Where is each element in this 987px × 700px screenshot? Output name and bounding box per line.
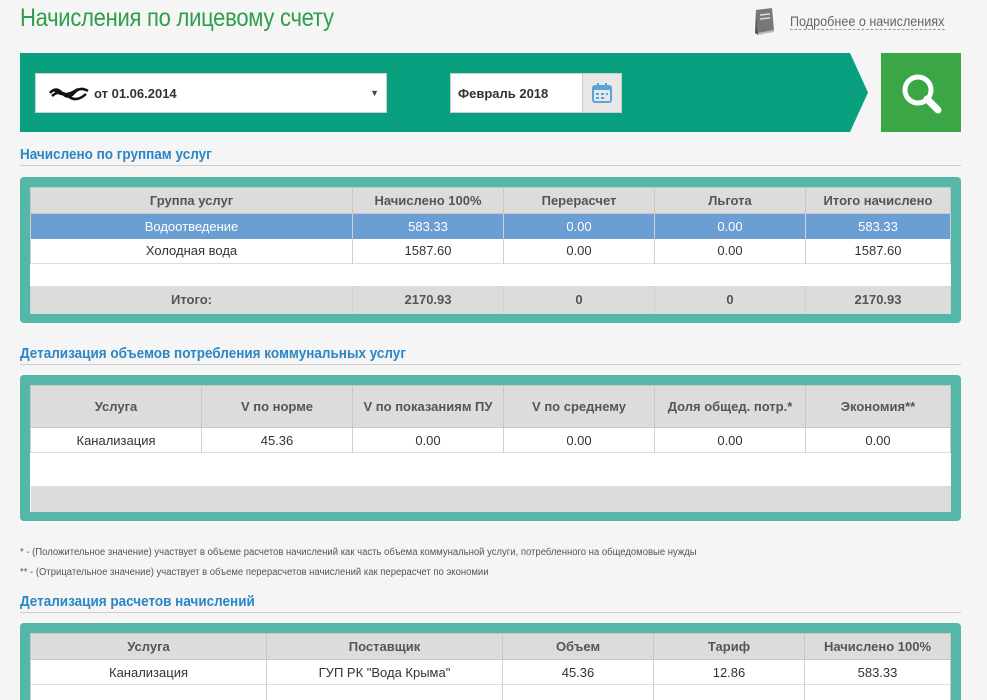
table-cell: 0.00 bbox=[805, 427, 951, 453]
table-cell: 0.00 bbox=[654, 238, 806, 264]
volumes-header-cell: Доля общед. потр.* bbox=[654, 385, 806, 428]
calc-panel: Услуга Поставщик Объем Тариф Начислено 1… bbox=[20, 623, 961, 700]
table-cell: 0.00 bbox=[503, 238, 655, 264]
volumes-panel: Услуга V по норме V по показаниям ПУ V п… bbox=[20, 375, 961, 521]
calc-header-cell: Начислено 100% bbox=[804, 633, 951, 660]
groups-header-cell: Группа услуг bbox=[30, 187, 353, 214]
table-row[interactable]: Канализация 45.36 0.00 0.00 0.00 0.00 bbox=[30, 427, 951, 453]
table-cell: 45.36 bbox=[201, 427, 353, 453]
table-cell: Холодная вода bbox=[30, 238, 353, 264]
volumes-header-cell: V по норме bbox=[201, 385, 353, 428]
table-cell: 1587.60 bbox=[805, 238, 951, 264]
calc-table: Услуга Поставщик Объем Тариф Начислено 1… bbox=[30, 633, 951, 700]
calendar-button[interactable] bbox=[582, 73, 622, 113]
total-cell: Итого: bbox=[30, 285, 353, 314]
groups-table: Группа услуг Начислено 100% Перерасчет Л… bbox=[30, 187, 951, 314]
total-cell: 0 bbox=[503, 285, 655, 314]
table-footer-row bbox=[30, 485, 951, 512]
volumes-header-cell: Экономия** bbox=[805, 385, 951, 428]
groups-panel: Группа услуг Начислено 100% Перерасчет Л… bbox=[20, 177, 961, 323]
more-link-label[interactable]: Подробнее о начислениях bbox=[790, 13, 945, 30]
volumes-header-cell: V по показаниям ПУ bbox=[352, 385, 504, 428]
volumes-header-cell: Услуга bbox=[30, 385, 202, 428]
footnote-positive: * - (Положительное значение) участвует в… bbox=[20, 547, 697, 558]
volumes-section-title: Детализация объемов потребления коммунал… bbox=[20, 345, 961, 365]
calendar-icon bbox=[592, 83, 612, 103]
chevron-down-icon[interactable]: ▼ bbox=[370, 88, 379, 98]
redacted-scribble bbox=[49, 87, 89, 101]
groups-header-cell: Перерасчет bbox=[503, 187, 655, 214]
table-cell: Канализация bbox=[30, 427, 202, 453]
volumes-header-cell: V по среднему bbox=[503, 385, 655, 428]
table-row-empty bbox=[30, 684, 951, 700]
table-cell: Канализация bbox=[30, 659, 267, 685]
table-cell: Водоотведение bbox=[30, 213, 353, 239]
table-cell: 1587.60 bbox=[352, 238, 504, 264]
table-cell: 12.86 bbox=[653, 659, 805, 685]
groups-header-cell: Льгота bbox=[654, 187, 806, 214]
table-cell: 45.36 bbox=[502, 659, 654, 685]
total-cell: 2170.93 bbox=[352, 285, 504, 314]
account-select[interactable]: от 01.06.2014 ▼ bbox=[35, 73, 387, 113]
table-cell: 0.00 bbox=[503, 427, 655, 453]
table-row-empty bbox=[30, 452, 951, 486]
table-row[interactable]: Холодная вода 1587.60 0.00 0.00 1587.60 bbox=[30, 238, 951, 264]
groups-section-title: Начислено по группам услуг bbox=[20, 146, 961, 166]
page-title: Начисления по лицевому счету bbox=[20, 4, 334, 32]
table-cell: 0.00 bbox=[654, 213, 806, 239]
period-input[interactable]: Февраль 2018 bbox=[450, 73, 582, 113]
charges-details-link[interactable]: Подробнее о начислениях bbox=[750, 6, 962, 36]
filter-bar: от 01.06.2014 ▼ Февраль 2018 bbox=[20, 53, 870, 132]
table-cell: 583.33 bbox=[352, 213, 504, 239]
table-cell: 0.00 bbox=[352, 427, 504, 453]
table-row-empty bbox=[30, 263, 951, 286]
total-cell: 2170.93 bbox=[805, 285, 951, 314]
groups-header-cell: Итого начислено bbox=[805, 187, 951, 214]
calc-header-cell: Объем bbox=[502, 633, 654, 660]
account-select-value: от 01.06.2014 bbox=[94, 85, 177, 101]
search-button[interactable] bbox=[881, 53, 961, 132]
calc-section-title: Детализация расчетов начислений bbox=[20, 593, 961, 613]
groups-header-cell: Начислено 100% bbox=[352, 187, 504, 214]
total-cell: 0 bbox=[654, 285, 806, 314]
calc-header-cell: Услуга bbox=[30, 633, 267, 660]
table-row[interactable]: Водоотведение 583.33 0.00 0.00 583.33 bbox=[30, 213, 951, 239]
table-cell: ГУП РК "Вода Крыма" bbox=[266, 659, 503, 685]
search-icon bbox=[902, 74, 942, 113]
calc-header-cell: Тариф bbox=[653, 633, 805, 660]
table-cell: 583.33 bbox=[805, 213, 951, 239]
total-row: Итого: 2170.93 0 0 2170.93 bbox=[30, 285, 951, 314]
volumes-table: Услуга V по норме V по показаниям ПУ V п… bbox=[30, 385, 951, 512]
table-cell: 583.33 bbox=[804, 659, 951, 685]
table-cell: 0.00 bbox=[503, 213, 655, 239]
table-cell: 0.00 bbox=[654, 427, 806, 453]
book-icon bbox=[755, 8, 775, 35]
table-row[interactable]: Канализация ГУП РК "Вода Крыма" 45.36 12… bbox=[30, 659, 951, 685]
footnote-negative: ** - (Отрицательное значение) участвует … bbox=[20, 567, 489, 578]
calc-header-cell: Поставщик bbox=[266, 633, 503, 660]
